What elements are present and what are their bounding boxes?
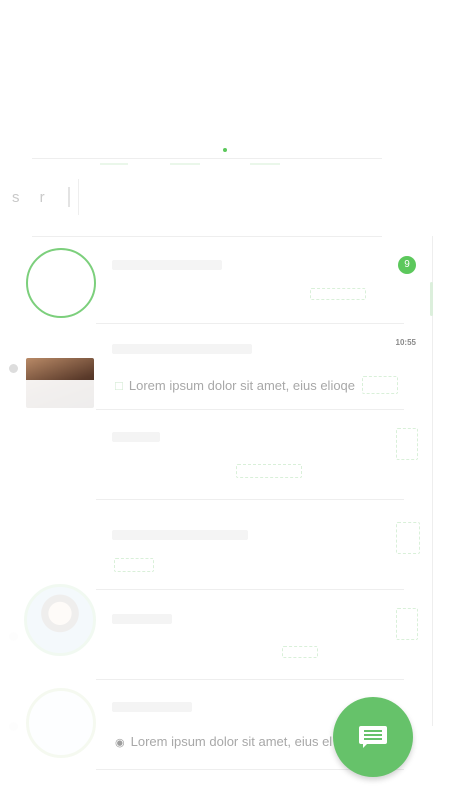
message-time: 10:55 — [395, 338, 416, 347]
contact-name — [112, 432, 160, 442]
message-preview: ◉ Lorem ipsum dolor sit amet, eius el — [115, 734, 332, 749]
ghost-artifact — [282, 646, 318, 658]
ghost-artifact — [396, 428, 418, 460]
eye-icon: ◉ — [115, 737, 125, 749]
avatar — [26, 248, 96, 318]
contact-name — [112, 344, 252, 354]
ghost-artifact — [100, 163, 128, 165]
top-divider — [32, 158, 382, 159]
message-icon: □ — [115, 378, 123, 393]
search-bar[interactable]: s r — [0, 175, 390, 219]
unread-badge: 9 — [398, 256, 416, 274]
contact-name — [112, 702, 192, 712]
search-input[interactable] — [78, 179, 389, 215]
ghost-artifact — [396, 522, 420, 554]
ghost-artifact — [114, 558, 154, 572]
presence-dot — [9, 364, 18, 373]
ghost-artifact — [310, 288, 366, 300]
ghost-artifact — [362, 376, 398, 394]
ghost-artifact — [396, 608, 418, 640]
message-preview: □ Lorem ipsum dolor sit amet, eius elioqe — [115, 378, 355, 393]
ghost-artifact — [236, 464, 302, 478]
message-text: Lorem ipsum dolor sit amet, eius elioqe — [128, 378, 356, 393]
chat-row[interactable]: 9 — [0, 236, 430, 324]
search-label: s r — [12, 189, 53, 206]
tab-indicator — [223, 148, 227, 152]
ghost-artifact — [250, 163, 280, 165]
new-chat-button[interactable] — [333, 697, 413, 777]
message-text: Lorem ipsum dolor sit amet, eius el — [130, 734, 333, 749]
contact-name — [112, 614, 172, 624]
scrollbar-thumb[interactable] — [430, 282, 433, 316]
text-cursor — [68, 187, 70, 207]
overlay-mask — [0, 380, 96, 800]
contact-name — [112, 260, 222, 270]
contact-name — [112, 530, 248, 540]
chat-list-screen: s r 9 10:55 □ Lorem ipsum dolor sit amet,… — [0, 0, 450, 800]
ghost-artifact — [170, 163, 200, 165]
chat-icon — [359, 726, 387, 748]
